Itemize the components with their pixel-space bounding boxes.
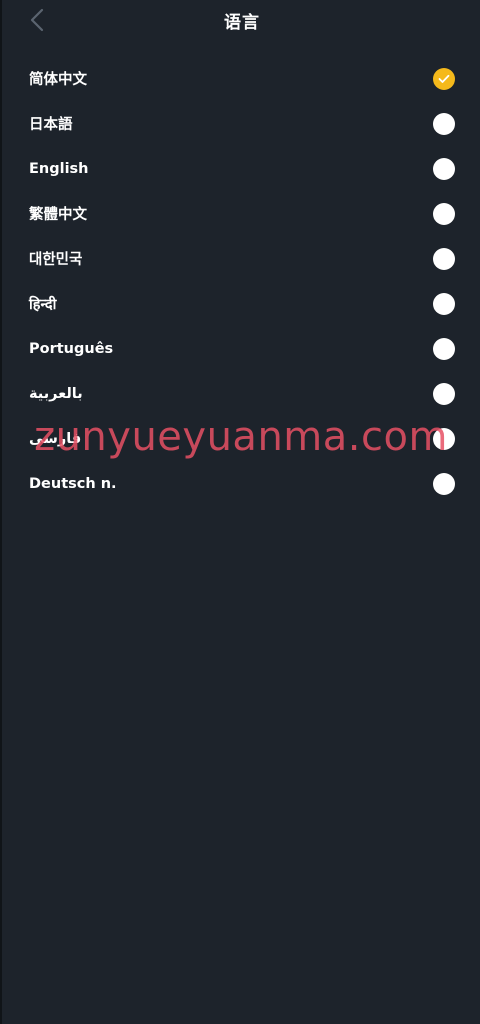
language-label: فارسی (29, 430, 82, 447)
language-label: بالعربية (29, 385, 83, 402)
header-bar: 语言 (2, 0, 480, 40)
radio-unchecked[interactable] (433, 472, 455, 495)
language-item-japanese[interactable]: 日本語 (2, 101, 480, 146)
radio-unchecked[interactable] (433, 112, 455, 135)
radio-checked[interactable] (433, 67, 455, 90)
language-label: English (29, 160, 89, 177)
language-label: 简体中文 (29, 72, 87, 88)
radio-unchecked[interactable] (433, 382, 455, 405)
radio-unchecked[interactable] (433, 202, 455, 225)
language-settings-screen: 语言 简体中文 日本語 English 繁體中文 대한민국 हिन्दी Por… (0, 0, 480, 1024)
language-item-traditional-chinese[interactable]: 繁體中文 (2, 191, 480, 236)
language-label: 日本語 (29, 117, 73, 133)
language-item-arabic[interactable]: بالعربية (2, 371, 480, 416)
radio-unchecked[interactable] (433, 292, 455, 315)
language-label: Português (29, 340, 114, 357)
language-item-korean[interactable]: 대한민국 (2, 236, 480, 281)
radio-unchecked[interactable] (433, 247, 455, 270)
language-label: 대한민국 (29, 252, 83, 268)
language-label: Deutsch n. (29, 475, 117, 492)
radio-unchecked[interactable] (433, 337, 455, 360)
language-item-persian[interactable]: فارسی (2, 416, 480, 461)
language-item-simplified-chinese[interactable]: 简体中文 (2, 56, 480, 101)
language-item-hindi[interactable]: हिन्दी (2, 281, 480, 326)
checkmark-icon (438, 74, 450, 83)
page-title: 语言 (224, 13, 260, 33)
language-item-german[interactable]: Deutsch n. (2, 461, 480, 506)
language-item-portuguese[interactable]: Português (2, 326, 480, 371)
language-label: 繁體中文 (29, 207, 87, 223)
language-list: 简体中文 日本語 English 繁體中文 대한민국 हिन्दी Portug… (2, 56, 480, 506)
radio-unchecked[interactable] (433, 427, 455, 450)
language-label: हिन्दी (29, 296, 57, 313)
radio-unchecked[interactable] (433, 157, 455, 180)
language-item-english[interactable]: English (2, 146, 480, 191)
